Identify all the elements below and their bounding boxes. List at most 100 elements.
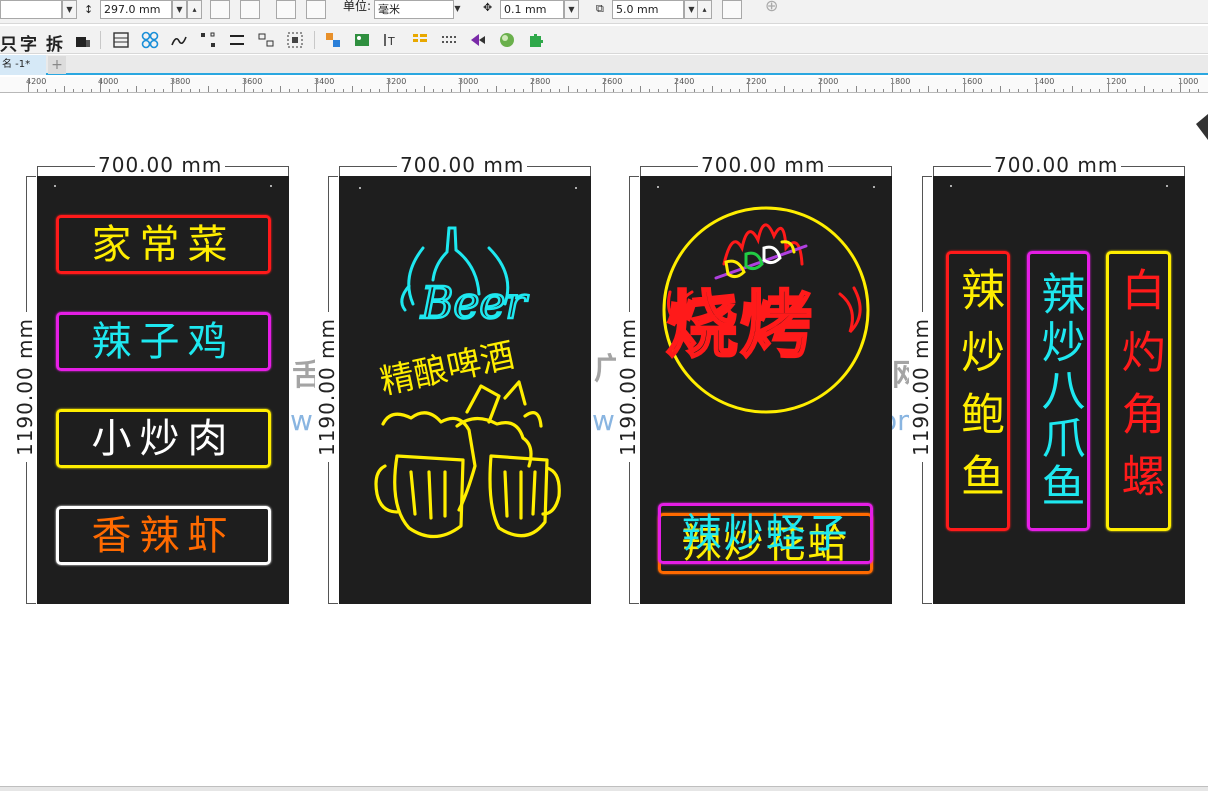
- puzzle-icon[interactable]: [527, 31, 545, 49]
- page-frame-button[interactable]: [722, 0, 742, 19]
- ruler-tick: [739, 89, 740, 92]
- tool-text-split[interactable]: 拆: [46, 30, 63, 55]
- ruler-label: 3200: [386, 77, 407, 86]
- text-frame-icon[interactable]: T: [382, 31, 400, 49]
- ruler-tick: [46, 89, 47, 92]
- neon-vertical-item[interactable]: 辣炒八爪鱼: [1027, 251, 1090, 531]
- ruler-tick: [1135, 89, 1136, 92]
- ruler-tick: [388, 78, 389, 92]
- ruler-tick: [235, 89, 236, 92]
- ruler-tick: [28, 78, 29, 92]
- pattern-icon[interactable]: [141, 31, 159, 49]
- ruler-tick: [496, 86, 497, 92]
- mount-hole: [950, 185, 952, 187]
- grid-icon[interactable]: [440, 31, 458, 49]
- page-width-field[interactable]: [0, 0, 62, 19]
- blend-arrow-icon[interactable]: [469, 31, 487, 49]
- width-dimension-label: 700.00 mm: [397, 153, 528, 177]
- horizontal-ruler[interactable]: 4200 4000 3800 3600 3400 3200 3000 2800 2600 2400…: [0, 77, 1208, 93]
- neon-vertical-item[interactable]: 辣炒鲍鱼: [946, 251, 1010, 531]
- neon-menu-item[interactable]: 辣子鸡: [56, 312, 271, 371]
- document-tab[interactable]: 名 -1*: [0, 55, 46, 75]
- table-icon[interactable]: [112, 31, 130, 49]
- dropdown-arrow-icon[interactable]: ▼: [62, 0, 77, 19]
- units-select[interactable]: 毫米: [374, 0, 454, 19]
- ruler-tick: [433, 89, 434, 92]
- ruler-tick: [973, 89, 974, 92]
- ruler-tick: [829, 89, 830, 92]
- ruler-tick: [100, 78, 101, 92]
- neon-menu-item[interactable]: 家常菜: [56, 215, 271, 274]
- height-dimension-label: 1190.00 mm: [909, 312, 933, 462]
- ruler-tick: [55, 89, 56, 92]
- align-icon[interactable]: [257, 31, 275, 49]
- nudge-icon: ✥: [483, 1, 493, 14]
- width-dimension-label: 700.00 mm: [95, 153, 226, 177]
- ruler-tick: [298, 89, 299, 92]
- landscape-button[interactable]: [240, 0, 260, 19]
- ruler-tick: [1045, 89, 1046, 92]
- sign-board-2[interactable]: Beer 精酿啤酒: [339, 176, 591, 604]
- ruler-tick: [190, 89, 191, 92]
- portrait-button[interactable]: [210, 0, 230, 19]
- contour-icon[interactable]: [170, 31, 188, 49]
- height-spinner[interactable]: ▴: [187, 0, 202, 19]
- ruler-tick: [73, 89, 74, 92]
- all-pages-button[interactable]: [276, 0, 296, 19]
- menu-item-text: 白灼角螺: [1113, 267, 1165, 515]
- tool-text-a[interactable]: 只: [0, 30, 17, 55]
- ruler-tick: [667, 89, 668, 92]
- menu-item-text: 小炒肉: [91, 415, 236, 462]
- tool-text-b[interactable]: 字: [20, 30, 37, 55]
- width-dimension-label: 700.00 mm: [698, 153, 829, 177]
- current-page-button[interactable]: [306, 0, 326, 19]
- drawing-canvas[interactable]: 舌 广 网 w ww om 700.00 mm 1190.00 mm 家常菜 辣…: [0, 94, 1208, 786]
- ruler-tick: [982, 89, 983, 92]
- ball-icon[interactable]: [498, 31, 516, 49]
- page-height-field[interactable]: 297.0 mm: [100, 0, 172, 19]
- height-dimension-label: 1190.00 mm: [13, 312, 37, 462]
- arrange-icon[interactable]: [324, 31, 342, 49]
- menu-item-text: 辣炒八爪鱼: [1033, 271, 1085, 511]
- neon-menu-item[interactable]: 香辣虾: [56, 506, 271, 565]
- neon-menu-item[interactable]: 小炒肉: [56, 409, 271, 468]
- ruler-tick: [559, 89, 560, 92]
- lines-icon[interactable]: [228, 31, 246, 49]
- lock-icon[interactable]: [74, 31, 92, 49]
- neon-menu-item[interactable]: 辣炒蛏子: [658, 503, 873, 564]
- ruler-tick: [1027, 89, 1028, 92]
- add-circle-icon[interactable]: ⊕: [765, 0, 778, 14]
- add-tab-button[interactable]: +: [48, 56, 66, 74]
- beer-title: Beer: [420, 278, 529, 329]
- ruler-tick: [82, 89, 83, 92]
- nudge-field[interactable]: 0.1 mm: [500, 0, 564, 19]
- menu-item-text: 辣子鸡: [91, 318, 236, 365]
- duplicate-spinner[interactable]: ▴: [697, 0, 712, 19]
- height-unit-dropdown[interactable]: ▼: [172, 0, 187, 19]
- list-icon[interactable]: [411, 31, 429, 49]
- ruler-tick: [946, 89, 947, 92]
- menu-item-text: 辣炒鲍鱼: [953, 267, 1004, 515]
- ruler-tick: [64, 86, 65, 92]
- nodes-icon[interactable]: [199, 31, 217, 49]
- ruler-tick: [415, 89, 416, 92]
- ruler-tick: [703, 89, 704, 92]
- ruler-tick: [748, 78, 749, 92]
- ruler-tick: [424, 86, 425, 92]
- ruler-tick: [37, 89, 38, 92]
- ruler-tick: [1117, 89, 1118, 92]
- nudge-spinner[interactable]: ▼: [564, 0, 579, 19]
- neon-vertical-item[interactable]: 白灼角螺: [1106, 251, 1171, 531]
- ruler-tick: [136, 86, 137, 92]
- ruler-tick: [577, 89, 578, 92]
- select-frame-icon[interactable]: [286, 31, 304, 49]
- sign-board-1[interactable]: 家常菜 辣子鸡 小炒肉 香辣虾: [37, 176, 289, 604]
- ruler-tick: [262, 89, 263, 92]
- sign-board-4[interactable]: 辣炒鲍鱼 辣炒八爪鱼 白灼角螺: [933, 176, 1185, 604]
- ruler-tick: [685, 89, 686, 92]
- ruler-tick: [1072, 86, 1073, 92]
- ruler-tick: [370, 89, 371, 92]
- duplicate-distance-field[interactable]: 5.0 mm: [612, 0, 684, 19]
- units-dropdown-icon[interactable]: ▼: [450, 0, 465, 19]
- image-icon[interactable]: [353, 31, 371, 49]
